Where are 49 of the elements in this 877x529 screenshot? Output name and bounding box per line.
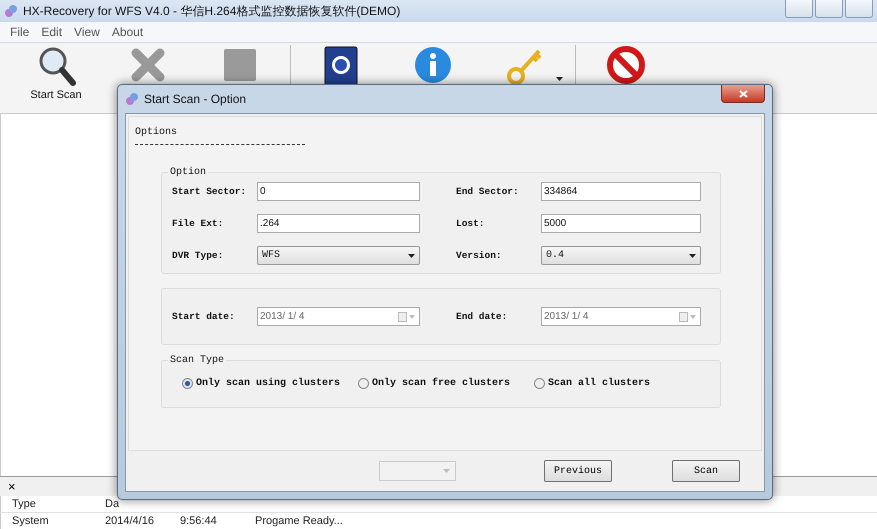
field-label: Start date:: [172, 311, 236, 322]
input-field[interactable]: 0: [257, 182, 420, 201]
dialog-button[interactable]: Scan: [672, 460, 740, 482]
radio-label: Only scan using clusters: [196, 378, 340, 389]
menu-item[interactable]: Edit: [35, 25, 68, 39]
dropdown[interactable]: 0.4: [541, 246, 701, 265]
caret-icon: [689, 254, 696, 258]
calendar-icon: [679, 312, 697, 322]
radio-label: Scan all clusters: [548, 378, 650, 389]
input-field[interactable]: 5000: [541, 214, 701, 233]
field-label: DVR Type:: [172, 250, 224, 261]
radio-button[interactable]: [534, 378, 545, 389]
radio-button[interactable]: [182, 378, 193, 389]
column-header: Type: [11, 498, 37, 510]
field-label: Start Sector:: [172, 186, 248, 197]
table-cell-text: 2014/4/16: [104, 515, 155, 528]
menu-item[interactable]: About: [106, 25, 150, 39]
close-button[interactable]: [721, 85, 765, 103]
table-cell-text: System: [11, 515, 50, 528]
close-icon: [738, 90, 748, 98]
radio-button[interactable]: [358, 378, 369, 389]
caret-icon: [408, 254, 415, 258]
menu-item[interactable]: View: [68, 25, 106, 39]
app-icon: [4, 4, 18, 18]
dialog-button[interactable]: Previous: [544, 460, 612, 482]
maximize-button[interactable]: [815, 0, 843, 18]
column-header: Da: [104, 498, 120, 510]
options-tab[interactable]: Options: [135, 127, 305, 145]
group-title: Option: [169, 167, 208, 178]
field-label: Version:: [456, 250, 503, 261]
toolbar-button[interactable]: Start Scan: [10, 45, 102, 101]
window-title: HX-Recovery for WFS V4.0 - 华信H.264格式监控数据恢复软件(DEMO): [23, 2, 400, 20]
minimize-button[interactable]: [785, 0, 813, 18]
field-label: File Ext:: [172, 218, 224, 229]
menu-item[interactable]: File: [4, 25, 36, 39]
table-cell-text: 9:56:44: [179, 515, 218, 528]
table-cell-text: Progame Ready...: [254, 515, 344, 528]
app-icon: [125, 92, 139, 106]
dropdown[interactable]: WFS: [257, 246, 420, 265]
calendar-icon: [398, 312, 416, 322]
radio-label: Only scan free clusters: [372, 378, 510, 389]
field-label: End date:: [456, 311, 508, 322]
dialog-title: Start Scan - Option: [144, 92, 246, 106]
field-label: End Sector:: [456, 186, 520, 197]
group-title: Scan Type: [169, 355, 226, 366]
field-label: Lost:: [456, 218, 486, 229]
input-field[interactable]: .264: [257, 214, 420, 233]
caret-icon: [443, 469, 450, 473]
input-field[interactable]: 334864: [541, 182, 701, 201]
